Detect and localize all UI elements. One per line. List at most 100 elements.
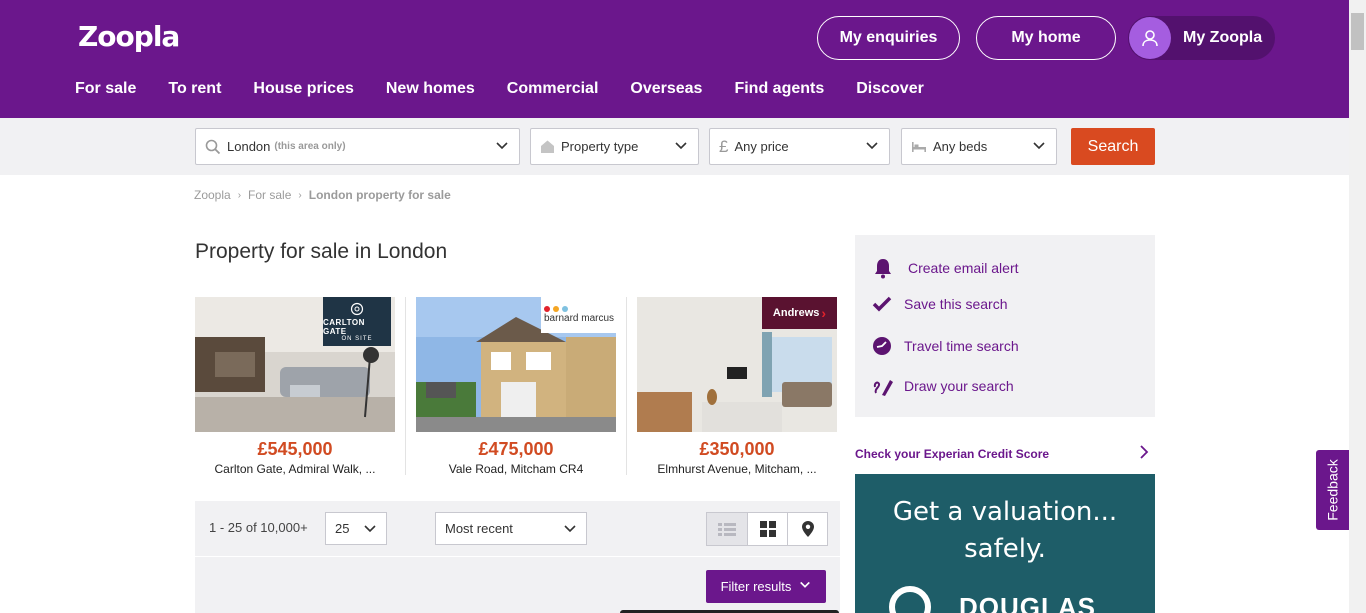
location-hint: (this area only) <box>274 141 346 152</box>
page-scrollbar[interactable] <box>1349 0 1366 613</box>
breadcrumb-current: London property for sale <box>308 188 451 202</box>
listing-price: £475,000 <box>478 439 554 459</box>
my-zoopla-button[interactable]: My Zoopla <box>1128 16 1275 60</box>
draw-icon <box>872 375 904 397</box>
list-view-button[interactable] <box>707 513 747 545</box>
agent-name: barnard marcus <box>544 313 615 324</box>
travel-time-search-link[interactable]: Travel time search <box>872 336 1019 356</box>
advert-logo-icon <box>889 586 931 613</box>
property-type-select[interactable]: Property type <box>530 128 699 165</box>
agent-logo: CARLTON GATE ON SITE <box>323 297 391 346</box>
advert-headline: Get a valuation... safely. <box>855 494 1155 568</box>
check-icon <box>872 296 904 312</box>
my-zoopla-label: My Zoopla <box>1183 29 1263 46</box>
draw-search-link[interactable]: Draw your search <box>872 375 1014 397</box>
agent-logo: Andrews › <box>762 297 837 329</box>
results-count: 1 - 25 of 10,000+ <box>209 520 308 535</box>
chevron-right-icon: › <box>237 189 242 201</box>
chevron-down-icon <box>363 522 377 539</box>
scrollbar-thumb[interactable] <box>1351 13 1364 50</box>
price-value: Any price <box>734 139 789 154</box>
experian-label: Check your Experian Credit Score <box>855 446 1050 461</box>
divider <box>626 297 627 475</box>
chevron-down-icon <box>674 139 688 156</box>
nav-discover[interactable]: Discover <box>856 80 924 98</box>
search-icon <box>205 139 221 155</box>
map-pin-icon <box>801 521 814 537</box>
advert-brand: DOUGLAS <box>889 586 1096 613</box>
listing-price: £545,000 <box>257 439 333 459</box>
my-home-button[interactable]: My home <box>976 16 1116 60</box>
beds-select[interactable]: Any beds <box>901 128 1057 165</box>
chevron-down-icon <box>799 579 811 594</box>
feedback-label: Feedback <box>1325 459 1342 521</box>
listing-address[interactable]: Vale Road, Mitcham CR4 <box>416 462 616 476</box>
featured-listing-1[interactable]: CARLTON GATE ON SITE £545,000 Carlton Ga… <box>195 297 395 476</box>
search-actions-panel: Create email alert Save this search Trav… <box>855 235 1155 417</box>
page: Zoopla My enquiries My home My Zoopla Fo… <box>0 0 1366 613</box>
bell-icon <box>872 257 904 279</box>
experian-credit-link[interactable]: Check your Experian Credit Score <box>855 445 1155 462</box>
breadcrumb: Zoopla › For sale › London property for … <box>194 188 451 202</box>
divider <box>405 297 406 475</box>
listing-price: £350,000 <box>699 439 775 459</box>
agent-name: Andrews <box>772 307 820 319</box>
agent-sub: ON SITE <box>341 335 373 342</box>
search-button[interactable]: Search <box>1071 128 1155 165</box>
save-search-link[interactable]: Save this search <box>872 296 1008 312</box>
chevron-right-icon: › <box>821 305 827 321</box>
price-select[interactable]: £ Any price <box>709 128 890 165</box>
create-email-alert-link[interactable]: Create email alert <box>872 257 1019 279</box>
user-icon <box>1129 17 1171 59</box>
advert-brand-name: DOUGLAS <box>959 591 1096 613</box>
breadcrumb-zoopla[interactable]: Zoopla <box>194 188 231 202</box>
per-page-select[interactable]: 25 <box>325 512 387 545</box>
featured-listing-3[interactable]: Andrews › £350,000 Elmhurst Avenue, Mitc… <box>637 297 837 476</box>
nav-overseas[interactable]: Overseas <box>630 80 702 98</box>
grid-view-button[interactable] <box>747 513 787 545</box>
valuation-advert[interactable]: Get a valuation... safely. DOUGLAS <box>855 474 1155 613</box>
chevron-down-icon <box>865 139 879 156</box>
filter-bar: Filter results <box>195 557 840 613</box>
nav-find-agents[interactable]: Find agents <box>734 80 824 98</box>
search-bar: London (this area only) Property type £ … <box>0 118 1349 175</box>
featured-listing-2[interactable]: barnard marcus £475,000 Vale Road, Mitch… <box>416 297 616 476</box>
nav-new-homes[interactable]: New homes <box>386 80 475 98</box>
map-view-button[interactable] <box>787 513 827 545</box>
zoopla-logo[interactable]: Zoopla <box>78 20 180 53</box>
listing-photo[interactable]: CARLTON GATE ON SITE <box>195 297 395 432</box>
feedback-tab[interactable]: Feedback <box>1316 450 1350 530</box>
agent-emblem-icon <box>350 302 364 315</box>
chevron-down-icon <box>1032 139 1046 156</box>
beds-value: Any beds <box>933 139 988 154</box>
sort-select[interactable]: Most recent <box>435 512 587 545</box>
chevron-down-icon <box>563 522 577 539</box>
bed-icon <box>911 141 927 153</box>
main-nav: For sale To rent House prices New homes … <box>75 80 956 98</box>
grid-view-icon <box>759 521 776 537</box>
nav-commercial[interactable]: Commercial <box>507 80 599 98</box>
filter-results-button[interactable]: Filter results <box>706 570 826 603</box>
results-toolbar: 1 - 25 of 10,000+ 25 Most recent <box>195 501 840 556</box>
agent-name: CARLTON GATE <box>323 317 365 336</box>
pound-icon: £ <box>719 136 729 156</box>
listing-photo[interactable]: Andrews › <box>637 297 837 432</box>
nav-for-sale[interactable]: For sale <box>75 80 136 98</box>
action-label: Create email alert <box>908 260 1019 276</box>
chevron-right-icon <box>1139 445 1149 462</box>
location-input[interactable]: London (this area only) <box>195 128 520 165</box>
view-toggle <box>706 512 828 546</box>
listing-address[interactable]: Elmhurst Avenue, Mitcham, ... <box>637 462 837 476</box>
filter-label: Filter results <box>720 579 792 594</box>
agent-logo: barnard marcus <box>541 297 616 333</box>
chevron-down-icon <box>495 139 509 156</box>
listing-photo[interactable]: barnard marcus <box>416 297 616 432</box>
listing-address[interactable]: Carlton Gate, Admiral Walk, ... <box>195 462 395 476</box>
my-enquiries-button[interactable]: My enquiries <box>817 16 960 60</box>
clock-icon <box>872 336 904 356</box>
nav-house-prices[interactable]: House prices <box>253 80 353 98</box>
action-label: Save this search <box>904 296 1008 312</box>
nav-to-rent[interactable]: To rent <box>168 80 221 98</box>
breadcrumb-for-sale[interactable]: For sale <box>248 188 291 202</box>
per-page-value: 25 <box>335 521 350 536</box>
